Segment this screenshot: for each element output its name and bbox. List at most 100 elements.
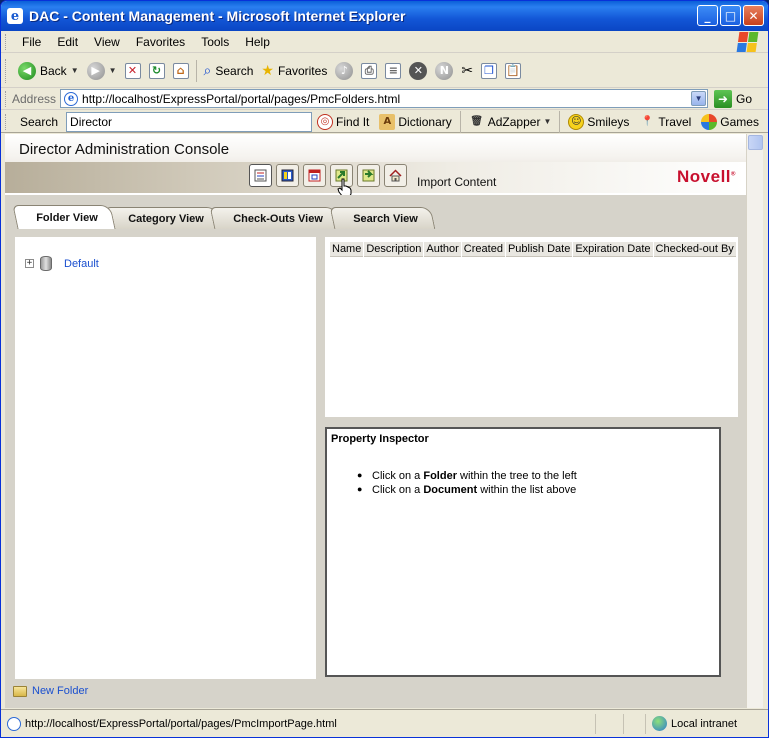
window-title: DAC - Content Management - Microsoft Int… [29, 8, 406, 24]
home-icon: ⌂ [172, 62, 189, 79]
go-button[interactable]: ➜ Go [714, 89, 752, 108]
page-loading-icon [7, 716, 21, 731]
cut-button[interactable]: ✂ [457, 57, 477, 85]
travel-label: Travel [658, 114, 692, 129]
property-inspector: Property Inspector Click on a Folder wit… [325, 427, 721, 677]
inspector-title: Property Inspector [331, 433, 429, 445]
paste-button[interactable]: 📋 [501, 57, 525, 85]
home-button[interactable]: ⌂ [169, 57, 193, 85]
messenger-icon: N [435, 61, 454, 80]
address-dropdown-icon[interactable]: ▼ [691, 91, 707, 106]
intranet-icon [652, 716, 667, 731]
folder-tree-panel: + Default [15, 237, 316, 679]
back-arrow-icon: ◀ [18, 61, 36, 80]
calendar-icon [308, 169, 321, 182]
vertical-scrollbar[interactable] [746, 134, 763, 708]
repository-icon [40, 256, 52, 271]
address-label: Address [12, 91, 57, 106]
search-button[interactable]: ⌕ Search [200, 57, 258, 85]
tab-search-view[interactable]: Search View [329, 207, 435, 229]
dictionary-button[interactable]: A Dictionary [374, 113, 456, 130]
smileys-button[interactable]: ☺ Smileys [563, 113, 634, 130]
novell-logo: Novell® [677, 167, 736, 186]
column-author[interactable]: Author [424, 242, 461, 257]
book-icon [281, 169, 294, 182]
messenger-button[interactable]: N [431, 57, 457, 85]
new-folder-label[interactable]: New Folder [32, 685, 88, 697]
menu-file[interactable]: File [14, 35, 49, 49]
close-button[interactable]: ✕ [743, 5, 764, 26]
forward-arrow-icon: ▶ [86, 61, 105, 80]
scroll-up-icon[interactable] [748, 135, 763, 150]
column-publish-date[interactable]: Publish Date [505, 242, 573, 257]
search-toolbar-input[interactable] [66, 111, 313, 132]
tree-node-default[interactable]: + Default [25, 256, 99, 271]
edit-button[interactable]: ≡ [381, 57, 405, 85]
tab-check-outs-view[interactable]: Check-Outs View [209, 207, 341, 229]
star-icon: ★ [261, 62, 274, 78]
find-it-button[interactable]: ◎ Find It [312, 113, 374, 130]
favorites-label: Favorites [277, 63, 328, 78]
house-icon [389, 169, 402, 182]
zone-label: Local intranet [671, 717, 738, 730]
windows-logo-icon [731, 32, 764, 52]
hover-label: Import Content [417, 175, 497, 189]
address-input[interactable]: e http://localhost/ExpressPortal/portal/… [60, 89, 709, 108]
stop-button[interactable]: ✕ [121, 57, 145, 85]
refresh-button[interactable]: ↻ [145, 57, 169, 85]
favorites-button[interactable]: ★ Favorites [257, 57, 331, 85]
chevron-down-icon[interactable]: ▼ [71, 66, 79, 75]
edit-page-icon: ≡ [385, 62, 402, 79]
pin-icon: 📍 [641, 116, 654, 127]
menu-favorites[interactable]: Favorites [128, 35, 193, 49]
menu-view[interactable]: View [86, 35, 128, 49]
back-button[interactable]: ◀ Back ▼ [14, 57, 83, 85]
new-folder-button[interactable]: New Folder [13, 685, 88, 697]
calendar-button[interactable] [303, 164, 326, 187]
menu-help[interactable]: Help [237, 35, 278, 49]
ie-logo-icon: e [7, 8, 23, 24]
document-list-panel: Name Description Author Created Publish … [325, 237, 738, 417]
menu-tools[interactable]: Tools [193, 35, 237, 49]
menu-edit[interactable]: Edit [49, 35, 86, 49]
address-bar: Address e http://localhost/ExpressPortal… [1, 88, 768, 110]
content-view-button[interactable] [276, 164, 299, 187]
media-button[interactable]: ♪ [331, 57, 357, 85]
chevron-down-icon[interactable]: ▼ [109, 66, 117, 75]
block-icon: ✕ [409, 61, 428, 80]
standard-toolbar: ◀ Back ▼ ▶ ▼ ✕ ↻ ⌂ ⌕ Search ★ Favorites … [1, 54, 768, 88]
print-button[interactable]: ⎙ [357, 57, 381, 85]
adzapper-button[interactable]: 🗑 AdZapper ▼ [464, 114, 557, 130]
list-view-button[interactable] [249, 164, 272, 187]
inspector-hints: Click on a Folder within the tree to the… [357, 470, 577, 498]
stop-dark-button[interactable]: ✕ [405, 57, 431, 85]
paste-icon: 📋 [505, 62, 522, 79]
address-url[interactable]: http://localhost/ExpressPortal/portal/pa… [82, 92, 400, 106]
search-icon: ⌕ [203, 62, 212, 78]
travel-button[interactable]: 📍 Travel [634, 114, 696, 130]
column-checked-out-by[interactable]: Checked-out By [653, 242, 736, 257]
smileys-label: Smileys [587, 114, 630, 129]
expand-icon[interactable]: + [25, 259, 34, 268]
tab-category-view[interactable]: Category View [104, 207, 221, 229]
list-item: Click on a Folder within the tree to the… [357, 470, 577, 482]
title-bar: e DAC - Content Management - Microsoft I… [1, 1, 768, 31]
games-button[interactable]: Games [696, 113, 764, 130]
export-content-button[interactable] [357, 164, 380, 187]
view-tabs: Folder View Category View Check-Outs Vie… [12, 205, 435, 229]
tree-node-label[interactable]: Default [64, 258, 99, 270]
console-banner: Director Administration Console Import C… [5, 134, 746, 198]
home-button[interactable] [384, 164, 407, 187]
forward-button[interactable]: ▶ ▼ [83, 57, 121, 85]
copy-button[interactable]: ❐ [477, 57, 501, 85]
tab-folder-view[interactable]: Folder View [12, 205, 116, 229]
chevron-down-icon[interactable]: ▼ [543, 117, 551, 126]
minimize-button[interactable]: _ [697, 5, 718, 26]
column-description[interactable]: Description [364, 242, 424, 257]
work-area: Folder View Category View Check-Outs Vie… [5, 195, 746, 708]
column-name[interactable]: Name [330, 242, 364, 257]
printer-icon: ⎙ [361, 62, 378, 79]
column-expiration-date[interactable]: Expiration Date [573, 242, 653, 257]
maximize-button[interactable]: □ [720, 5, 741, 26]
column-created[interactable]: Created [461, 242, 505, 257]
